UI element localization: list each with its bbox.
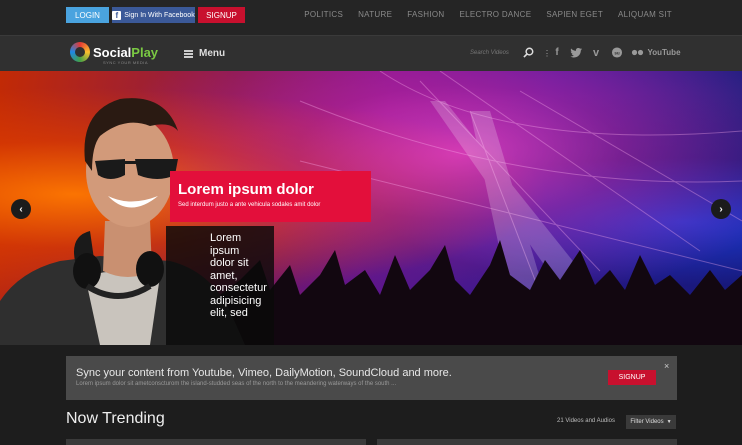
vimeo-icon[interactable]: v <box>591 47 601 59</box>
slider-prev-button[interactable]: ‹ <box>11 199 31 219</box>
svg-text:su: su <box>614 50 620 55</box>
chevron-down-icon: ▼ <box>666 419 672 425</box>
options-icon[interactable]: ⋮ <box>543 49 551 58</box>
hero-secondary-text: Lorem ipsum dolor sit amet, consectetur … <box>210 232 267 319</box>
hero-caption: Lorem ipsum dolor Sed interdum justo a a… <box>170 171 371 222</box>
logo[interactable]: SocialPlay <box>70 42 158 62</box>
nav-electro-dance[interactable]: ELECTRO DANCE <box>459 10 531 19</box>
nav-politics[interactable]: POLITICS <box>304 10 343 19</box>
hero-title: Lorem ipsum dolor <box>178 181 314 198</box>
top-bar: LOGIN f Sign In With Facebook SIGNUP POL… <box>0 0 742 35</box>
stumbleupon-icon[interactable]: su <box>611 47 623 58</box>
sync-signup-button[interactable]: SIGNUP <box>608 370 656 385</box>
facebook-icon[interactable]: f <box>553 47 561 58</box>
sync-banner: Sync your content from Youtube, Vimeo, D… <box>66 356 677 400</box>
sync-subtitle: Lorem ipsum dolor sit ametconscturom the… <box>76 381 397 387</box>
video-thumbnail[interactable] <box>377 439 677 445</box>
slider-next-button[interactable]: › <box>711 199 731 219</box>
logo-text: SocialPlay <box>93 44 159 60</box>
flickr-icon[interactable] <box>631 47 644 58</box>
search-icon[interactable] <box>523 47 534 58</box>
filter-videos-dropdown[interactable]: Filter Videos ▼ <box>626 415 676 429</box>
nav-sapien-eget[interactable]: SAPIEN EGET <box>546 10 603 19</box>
facebook-signin-label: Sign In With Facebook <box>124 11 195 19</box>
hero-slider: ‹ › Lorem ipsum dolor Sed interdum justo… <box>0 71 742 345</box>
logo-icon <box>70 42 90 62</box>
filter-label: Filter Videos <box>630 419 664 425</box>
login-button[interactable]: LOGIN <box>66 7 109 23</box>
logo-tagline: SYNC YOUR MEDIA <box>103 60 148 65</box>
nav-aliquam-sit[interactable]: ALIQUAM SIT <box>618 10 672 19</box>
video-thumbnail[interactable] <box>66 439 366 445</box>
close-icon[interactable]: × <box>664 361 669 371</box>
menu-label: Menu <box>199 48 226 59</box>
video-count: 21 Videos and Audios <box>557 418 615 424</box>
search-input[interactable]: Search Videos <box>470 50 509 56</box>
hamburger-icon <box>184 49 193 58</box>
sync-title: Sync your content from Youtube, Vimeo, D… <box>76 367 452 379</box>
hero-subtitle: Sed interdum justo a ante vehicula sodal… <box>178 202 321 208</box>
signup-button[interactable]: SIGNUP <box>198 7 245 23</box>
hero-secondary-caption: Lorem ipsum dolor sit amet, consectetur … <box>166 226 274 345</box>
nav-nature[interactable]: NATURE <box>358 10 392 19</box>
twitter-icon[interactable] <box>570 47 583 58</box>
category-nav: POLITICS NATURE FASHION ELECTRO DANCE SA… <box>289 10 672 19</box>
facebook-icon: f <box>112 10 122 20</box>
main-header: SocialPlay SYNC YOUR MEDIA Menu Search V… <box>0 35 742 71</box>
section-title: Now Trending <box>66 410 165 427</box>
youtube-icon[interactable]: YouTube <box>647 47 680 58</box>
menu-button[interactable]: Menu <box>184 48 225 59</box>
nav-fashion[interactable]: FASHION <box>407 10 444 19</box>
facebook-signin-button[interactable]: f Sign In With Facebook <box>112 7 195 23</box>
